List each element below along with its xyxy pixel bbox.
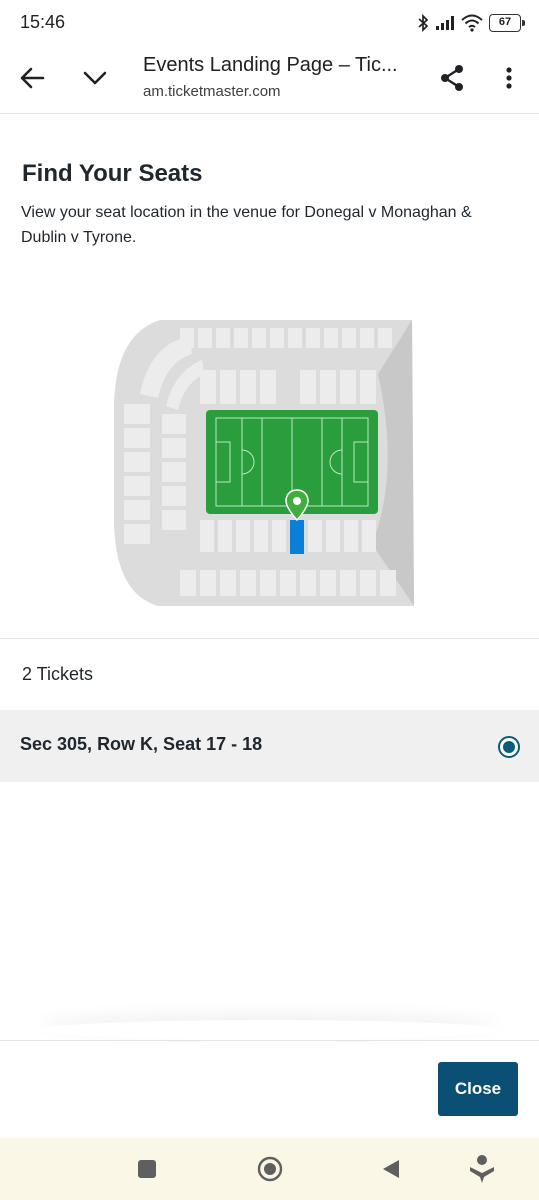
share-icon (441, 65, 463, 91)
status-bar: 15:46 67 (0, 0, 539, 46)
page-url[interactable]: am.ticketmaster.com (143, 83, 281, 100)
ticket-option[interactable]: Sec 305, Row K, Seat 17 - 18 (0, 710, 539, 782)
assistant-button[interactable] (465, 1152, 499, 1186)
recents-button[interactable] (130, 1152, 164, 1186)
page-heading: Find Your Seats (22, 160, 203, 187)
back-arrow-icon (20, 67, 45, 89)
back-triangle-icon (383, 1160, 399, 1178)
more-options-button[interactable] (487, 56, 531, 100)
ticket-seat-label: Sec 305, Row K, Seat 17 - 18 (20, 734, 263, 754)
battery-level: 67 (498, 16, 512, 28)
section-divider (0, 638, 539, 639)
system-nav-bar (0, 1138, 539, 1200)
assistant-icon (470, 1155, 494, 1183)
venue-seat-map[interactable] (110, 314, 420, 610)
chevron-down-icon (83, 71, 107, 85)
system-back-button[interactable] (374, 1152, 408, 1186)
recents-square-icon (138, 1160, 156, 1178)
status-time: 15:46 (20, 12, 66, 32)
home-button[interactable] (253, 1152, 287, 1186)
radio-selected-dot (503, 741, 515, 753)
share-button[interactable] (430, 56, 474, 100)
collapse-button[interactable] (73, 56, 117, 100)
more-vert-icon (506, 67, 512, 89)
page-title: Events Landing Page – Tic... (143, 54, 398, 76)
footer-separator (40, 1020, 500, 1040)
ticket-count: 2 Tickets (22, 664, 94, 684)
back-button[interactable] (10, 56, 54, 100)
home-circle-icon (257, 1156, 283, 1182)
status-icons: 67 (417, 12, 525, 34)
wifi-icon (461, 14, 483, 32)
browser-toolbar: Events Landing Page – Tic... am.ticketma… (0, 46, 539, 114)
ticket-radio-button[interactable] (498, 736, 520, 758)
close-button[interactable]: Close (438, 1062, 518, 1116)
selected-section (290, 520, 304, 554)
bluetooth-icon (418, 14, 429, 32)
battery-icon: 67 (489, 14, 525, 32)
footer-divider (0, 1040, 539, 1041)
page-description: View your seat location in the venue for… (21, 204, 472, 246)
signal-icon (436, 16, 454, 30)
